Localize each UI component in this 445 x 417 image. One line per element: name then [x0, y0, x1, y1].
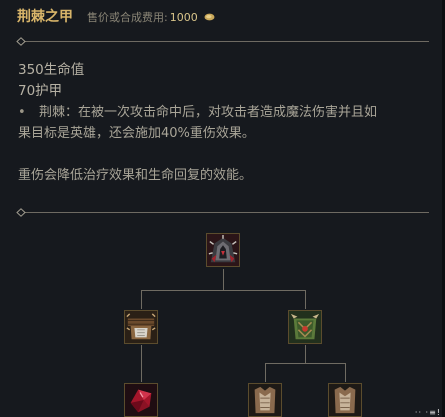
tree-connector	[265, 363, 346, 364]
tree-connector	[345, 363, 346, 382]
tree-connector	[265, 363, 266, 382]
recipe-tree	[0, 0, 445, 417]
tree-connector	[305, 345, 306, 363]
tree-connector	[141, 290, 305, 291]
item-tooltip: 荆棘之甲 售价或合成费用: 1000 350生命值 70护甲 • 荆棘：在被一次…	[0, 0, 445, 417]
warden-mail-icon[interactable]	[288, 310, 322, 344]
bramble-vest-icon[interactable]	[124, 310, 158, 344]
thornmail-icon[interactable]	[206, 233, 240, 267]
tree-connector	[141, 345, 142, 382]
cloth-armor-icon[interactable]	[248, 383, 282, 417]
ruby-crystal-icon[interactable]	[124, 383, 158, 417]
cloth-armor-icon[interactable]	[328, 383, 362, 417]
watermark-text: ·· ·≡!	[414, 408, 441, 417]
tree-connector	[141, 290, 142, 309]
tree-connector	[223, 269, 224, 290]
tree-connector	[305, 290, 306, 309]
